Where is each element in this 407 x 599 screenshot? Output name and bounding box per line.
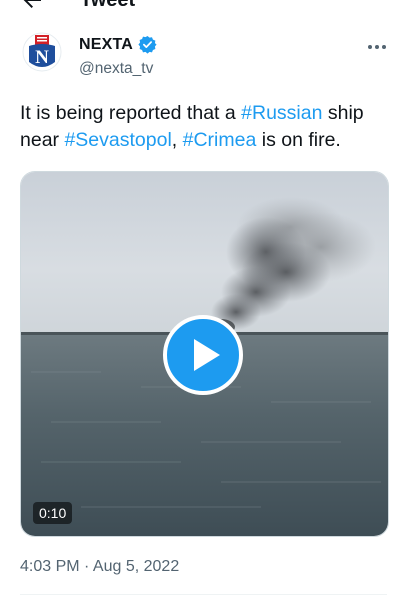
- verified-badge-icon: [138, 36, 157, 54]
- hashtag-crimea[interactable]: #Crimea: [183, 129, 257, 151]
- tweet-timestamp[interactable]: 4:03 PM · Aug 5, 2022: [20, 558, 179, 576]
- avatar-letter: N: [35, 47, 49, 68]
- tweet-text-segment: is on fire.: [256, 129, 341, 151]
- avatar[interactable]: N: [22, 32, 62, 72]
- play-icon[interactable]: [163, 315, 243, 395]
- tweet-author-header: N NEXTA @nexta_tv: [0, 30, 407, 80]
- hashtag-russian[interactable]: #Russian: [241, 102, 322, 124]
- page-title: Tweet: [80, 0, 136, 11]
- tweet-text: It is being reported that a #Russian shi…: [20, 100, 395, 154]
- divider: [20, 594, 387, 595]
- top-nav-bar: Tweet: [0, 0, 407, 14]
- more-options-icon[interactable]: [366, 42, 388, 52]
- back-arrow-icon[interactable]: [20, 0, 44, 12]
- name-row: NEXTA: [79, 35, 157, 54]
- video-player[interactable]: 0:10: [20, 171, 389, 537]
- video-duration-badge: 0:10: [33, 502, 73, 524]
- tweet-text-segment: It is being reported that a: [20, 102, 242, 124]
- display-name[interactable]: NEXTA: [79, 36, 133, 54]
- hashtag-sevastopol[interactable]: #Sevastopol: [64, 129, 171, 151]
- tweet-text-segment: ,: [171, 129, 183, 151]
- user-handle[interactable]: @nexta_tv: [79, 60, 153, 78]
